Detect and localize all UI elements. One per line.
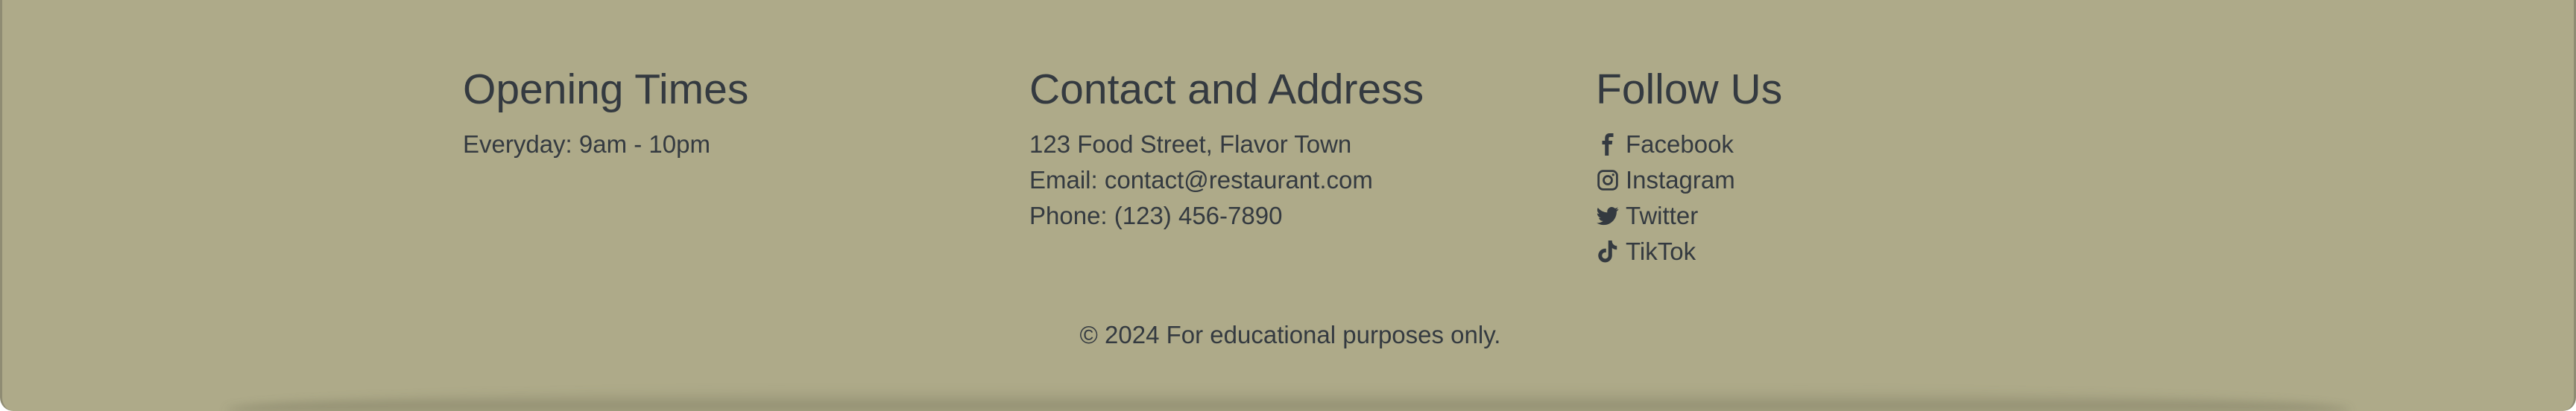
contact-lines: 123 Food Street, Flavor Town Email: cont… — [1029, 127, 1551, 234]
instagram-label: Instagram — [1626, 166, 1735, 194]
instagram-link[interactable]: Instagram — [1596, 162, 2118, 198]
site-footer: Opening Times Everyday: 9am - 10pm Conta… — [0, 0, 2576, 411]
twitter-label: Twitter — [1626, 202, 1699, 229]
opening-times-heading: Opening Times — [463, 66, 749, 113]
tiktok-icon — [1596, 240, 1620, 264]
contact-section: Contact and Address 123 Food Street, Fla… — [1029, 63, 1551, 234]
contact-heading: Contact and Address — [1029, 66, 1424, 113]
opening-times-section: Opening Times Everyday: 9am - 10pm — [463, 63, 985, 162]
email-text: Email: contact@restaurant.com — [1029, 166, 1373, 194]
twitter-link[interactable]: Twitter — [1596, 198, 2118, 234]
tiktok-link[interactable]: TikTok — [1596, 234, 2118, 270]
social-links-list: Facebook Instagram Twitter TikTok — [1596, 127, 2118, 270]
follow-us-section: Follow Us Facebook Instagram Twitter Tik… — [1596, 63, 2118, 270]
address-text: 123 Food Street, Flavor Town — [1029, 130, 1352, 158]
instagram-icon — [1596, 168, 1620, 192]
opening-times-lines: Everyday: 9am - 10pm — [463, 127, 985, 162]
follow-us-heading: Follow Us — [1596, 66, 1783, 113]
copyright-text: © 2024 For educational purposes only. — [1079, 321, 1501, 348]
phone-text: Phone: (123) 456-7890 — [1029, 202, 1283, 229]
facebook-icon — [1596, 133, 1620, 156]
opening-hours-text: Everyday: 9am - 10pm — [463, 130, 710, 158]
twitter-icon — [1596, 204, 1620, 228]
facebook-link[interactable]: Facebook — [1596, 127, 2118, 162]
facebook-label: Facebook — [1626, 130, 1734, 158]
tiktok-label: TikTok — [1626, 238, 1696, 265]
